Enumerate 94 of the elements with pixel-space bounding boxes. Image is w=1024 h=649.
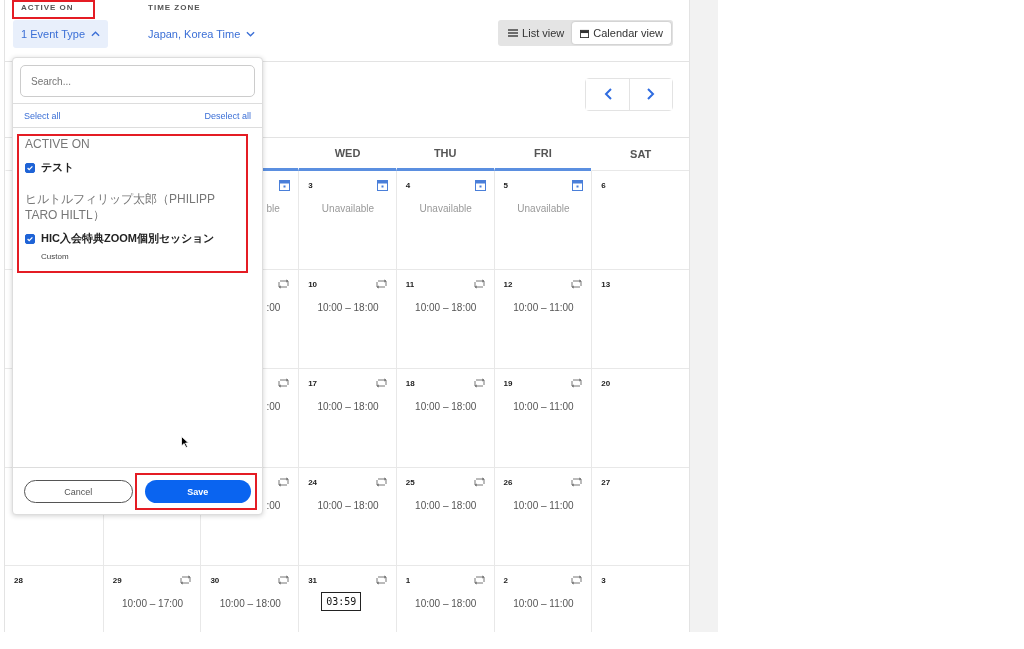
- event-type-name: HIC入会特典ZOOM個別セッション: [41, 231, 214, 246]
- day-number: 10: [308, 279, 318, 289]
- availability-text: ble: [265, 203, 281, 214]
- repeat-icon: [374, 378, 388, 388]
- repeat-icon: [277, 279, 291, 289]
- list-icon: [508, 29, 519, 37]
- day-number: 27: [601, 477, 611, 487]
- group-heading: ヒルトルフィリップ太郎（PHILIPP TARO HILTL）: [25, 191, 216, 223]
- availability-text: :00: [265, 302, 282, 313]
- availability-text: 10:00 – 11:00: [512, 598, 575, 609]
- availability-text: 10:00 – 18:00: [414, 500, 478, 511]
- mouse-pointer-icon: [181, 436, 189, 448]
- day-number: 28: [14, 575, 23, 585]
- availability-text: 10:00 – 11:00: [512, 401, 575, 412]
- day-number: 19: [503, 378, 513, 388]
- group-heading: ACTIVE ON: [25, 136, 91, 152]
- availability-text: 10:00 – 11:00: [512, 302, 575, 313]
- repeat-icon: [472, 575, 486, 585]
- checkbox[interactable]: [25, 162, 35, 173]
- day-number: 17: [308, 378, 318, 388]
- day-number: 4: [405, 180, 411, 190]
- calendar-icon: [580, 28, 590, 38]
- day-number: 11: [405, 279, 415, 289]
- filter-label: TIME ZONE: [147, 2, 201, 14]
- calendar-icon: [279, 179, 291, 191]
- availability-text: 10:00 – 18:00: [414, 302, 478, 313]
- day-number: 3: [308, 180, 313, 190]
- repeat-icon: [179, 575, 193, 585]
- calendar-icon: [474, 179, 486, 191]
- day-number: 2: [503, 575, 508, 585]
- event-type-name: テスト: [41, 160, 74, 175]
- chevron-icon: [246, 31, 256, 37]
- availability-text: 10:00 – 18:00: [414, 401, 478, 412]
- calendar-icon: [572, 179, 584, 191]
- repeat-icon: [374, 575, 388, 585]
- day-number: 12: [503, 279, 513, 289]
- availability-text: Unavailable: [516, 203, 571, 214]
- day-number: 13: [601, 279, 611, 289]
- day-number: 20: [601, 378, 611, 388]
- view-tab[interactable]: Calendar view: [572, 22, 671, 44]
- weekday-label: THU: [433, 147, 457, 159]
- day-number: 30: [210, 575, 220, 585]
- day-number: 18: [405, 378, 415, 388]
- availability-text: 10:00 – 18:00: [316, 500, 380, 511]
- availability-text: 10:00 – 18:00: [316, 302, 380, 313]
- view-tab[interactable]: List view: [500, 22, 573, 44]
- availability-text: 10:00 – 18:00: [316, 401, 380, 412]
- day-number: 3: [601, 575, 606, 585]
- availability-text: Unavailable: [320, 203, 376, 214]
- day-number: 25: [405, 477, 415, 487]
- day-number: 1: [405, 575, 411, 585]
- weekday-label: FRI: [534, 147, 552, 159]
- availability-text: 10:00 – 18:00: [414, 598, 478, 609]
- day-number: 31: [308, 575, 318, 585]
- day-number: 29: [112, 575, 122, 585]
- day-number: 5: [503, 180, 508, 190]
- repeat-icon: [570, 279, 584, 289]
- repeat-icon: [472, 378, 486, 388]
- repeat-icon: [570, 575, 584, 585]
- search-field[interactable]: Search...: [20, 65, 255, 97]
- availability-text: 10:00 – 17:00: [120, 598, 185, 609]
- calendar-icon: [376, 179, 388, 191]
- day-number: 24: [308, 477, 318, 487]
- repeat-icon: [277, 575, 291, 585]
- checkbox[interactable]: [25, 233, 35, 244]
- weekday-label: SAT: [630, 148, 652, 160]
- select-all-link[interactable]: Select all: [24, 111, 61, 121]
- time-tooltip: 03:59: [321, 592, 362, 611]
- day-number: 26: [503, 477, 513, 487]
- weekday-label: WED: [334, 147, 361, 159]
- repeat-icon: [570, 378, 584, 388]
- availability-text: :00: [265, 401, 282, 412]
- filter-dropdown[interactable]: 1 Event Type: [13, 20, 108, 48]
- day-number: 6: [601, 180, 606, 190]
- availability-text: :00: [265, 500, 282, 511]
- repeat-icon: [374, 279, 388, 289]
- repeat-icon: [472, 279, 486, 289]
- repeat-icon: [472, 477, 486, 487]
- chevron-right-icon: [647, 88, 655, 100]
- availability-text: 10:00 – 11:00: [512, 500, 575, 511]
- filter-label: ACTIVE ON: [20, 2, 74, 14]
- filter-dropdown[interactable]: Japan, Korea Time: [140, 20, 264, 48]
- repeat-icon: [277, 378, 291, 388]
- repeat-icon: [374, 477, 388, 487]
- availability-text: 10:00 – 18:00: [218, 598, 282, 609]
- repeat-icon: [570, 477, 584, 487]
- event-type-detail: Custom: [40, 252, 70, 261]
- availability-text: Unavailable: [418, 203, 473, 214]
- save-button[interactable]: Save: [144, 480, 251, 503]
- chevron-icon: [91, 31, 100, 37]
- cancel-button[interactable]: Cancel: [24, 480, 133, 503]
- chevron-left-icon: [603, 88, 612, 100]
- deselect-all-link[interactable]: Deselect all: [204, 111, 251, 121]
- repeat-icon: [277, 477, 291, 487]
